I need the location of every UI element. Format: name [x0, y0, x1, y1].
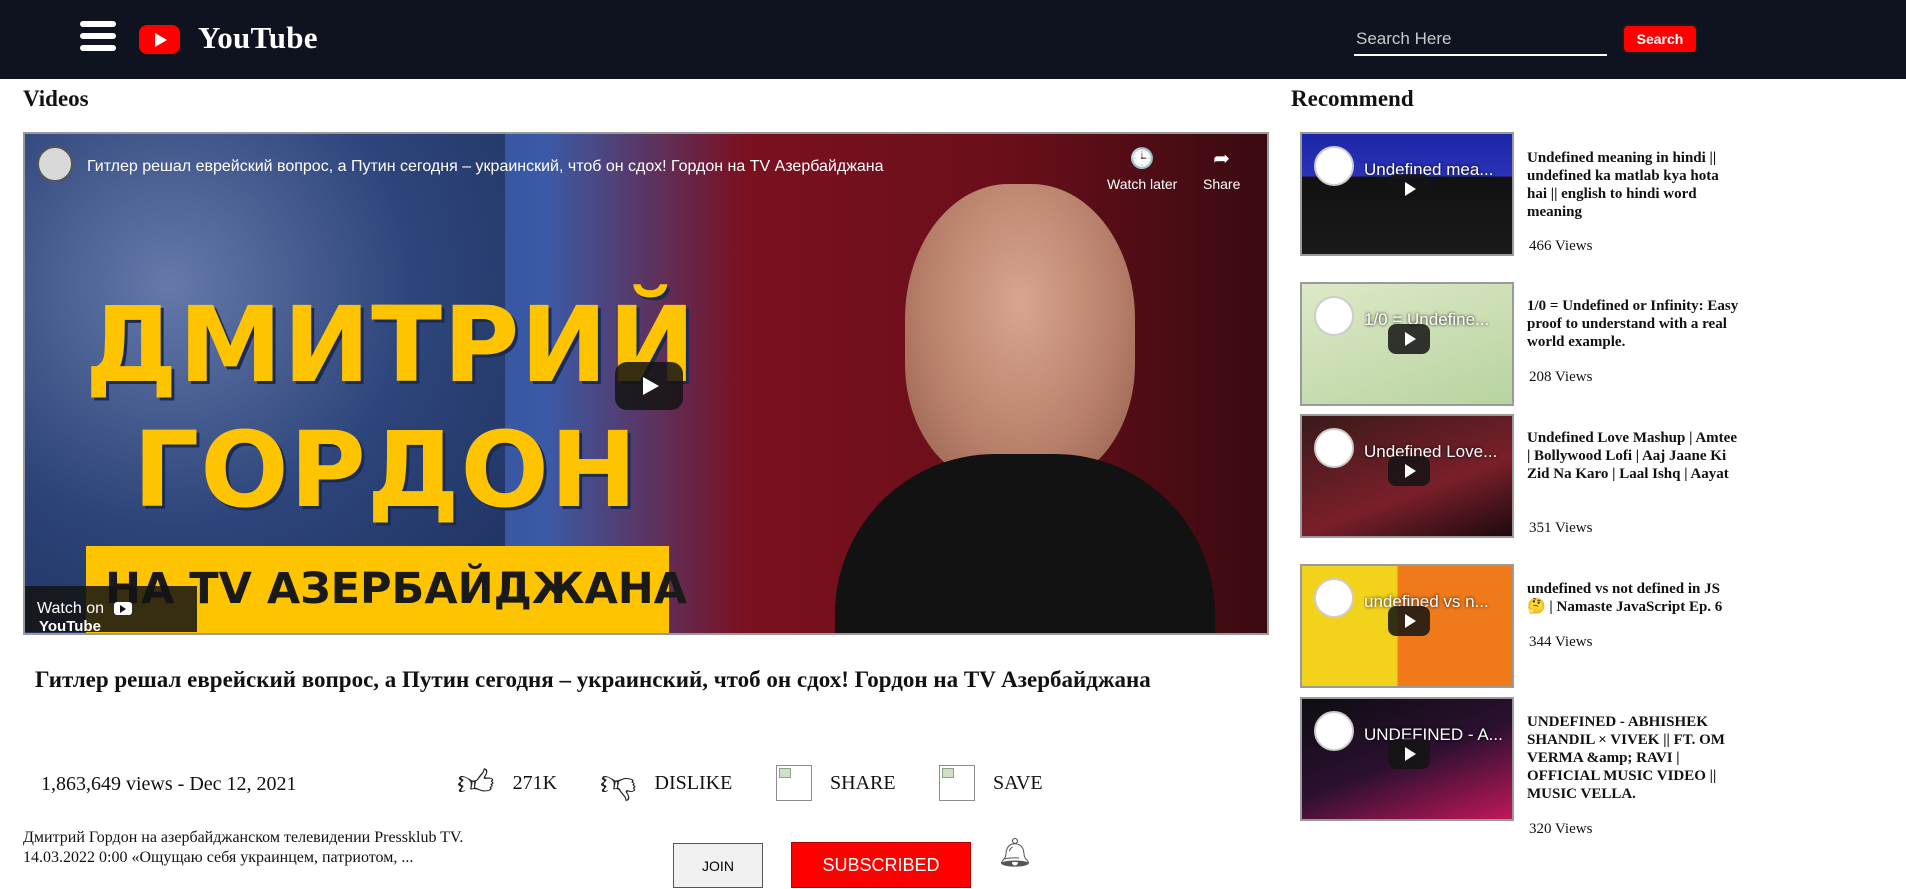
share-image-icon: [776, 765, 812, 801]
recommendation-title[interactable]: 1/0 = Undefined or Infinity: Easy proof …: [1527, 297, 1742, 351]
play-icon: [1388, 174, 1430, 204]
menu-icon[interactable]: [80, 21, 116, 57]
like-button[interactable]: 👍︎ 271K: [457, 762, 557, 804]
channel-avatar[interactable]: [37, 146, 73, 182]
top-navigation-bar: YouTube Search: [0, 0, 1906, 79]
recommendation-views: 466 Views: [1529, 238, 1593, 254]
watch-on-youtube-button[interactable]: Watch on YouTube: [25, 586, 197, 633]
recommendation-views: 351 Views: [1529, 520, 1593, 536]
recommendation-title[interactable]: Undefined meaning in hindi || undefined …: [1527, 149, 1742, 221]
play-button[interactable]: [615, 362, 683, 410]
recommendation-thumbnail[interactable]: Undefined Love...: [1300, 414, 1514, 538]
channel-avatar: [1314, 428, 1354, 468]
subscribed-button[interactable]: SUBSCRIBED: [791, 842, 971, 888]
channel-avatar: [1314, 296, 1354, 336]
recommendation-title[interactable]: UNDEFINED - ABHISHEK SHANDIL × VIVEK || …: [1527, 713, 1742, 803]
recommendation-thumbnail[interactable]: undefined vs n...: [1300, 564, 1514, 688]
save-button[interactable]: SAVE: [939, 762, 1043, 804]
brand-name[interactable]: YouTube: [198, 20, 318, 56]
thumbnail-text-line2: ГОРДОН: [133, 409, 638, 531]
save-image-icon: [939, 765, 975, 801]
watch-later-button[interactable]: 🕒 Watch later: [1107, 146, 1177, 192]
views-and-date: 1,863,649 views - Dec 12, 2021: [41, 773, 297, 795]
play-icon: [1388, 324, 1430, 354]
thumbnail-text-line1: ДМИТРИЙ: [85, 284, 697, 406]
recommendation-item[interactable]: Undefined mea... Undefined meaning in hi…: [1300, 132, 1740, 260]
recommendation-item[interactable]: Undefined Love... Undefined Love Mashup …: [1300, 414, 1740, 538]
dislike-button[interactable]: 👎︎ DISLIKE: [600, 762, 732, 804]
video-description: Дмитрий Гордон на азербайджанском телеви…: [23, 829, 464, 866]
recommend-section-title: Recommend: [1291, 86, 1414, 111]
play-icon: [1388, 606, 1430, 636]
presenter-image: [835, 154, 1215, 633]
recommendation-thumbnail[interactable]: 1/0 = Undefine...: [1300, 282, 1514, 406]
recommendation-item[interactable]: UNDEFINED - A... UNDEFINED - ABHISHEK SH…: [1300, 697, 1740, 837]
channel-avatar: [1314, 711, 1354, 751]
channel-avatar: [1314, 578, 1354, 618]
recommendation-title[interactable]: Undefined Love Mashup | Amtee | Bollywoo…: [1527, 429, 1742, 483]
recommendation-item[interactable]: undefined vs n... undefined vs not defin…: [1300, 564, 1740, 688]
player-overlay-title[interactable]: Гитлер решал еврейский вопрос, а Путин с…: [87, 158, 884, 176]
clock-icon: 🕒: [1129, 148, 1155, 170]
play-icon: [1388, 456, 1430, 486]
share-button[interactable]: SHARE: [776, 762, 896, 804]
player-share-button[interactable]: ➦ Share: [1203, 146, 1240, 192]
play-icon: [1388, 739, 1430, 769]
recommendation-views: 208 Views: [1529, 369, 1593, 385]
recommendation-item[interactable]: 1/0 = Undefine... 1/0 = Undefined or Inf…: [1300, 282, 1740, 406]
recommendation-views: 344 Views: [1529, 634, 1593, 650]
video-player[interactable]: ДМИТРИЙ ГОРДОН НА TV АЗЕРБАЙДЖАНА Гитлер…: [23, 132, 1269, 635]
like-count: 271K: [512, 771, 558, 794]
youtube-mini-logo-icon: [114, 602, 133, 616]
thumbs-up-icon: 👍︎: [457, 763, 495, 803]
recommendation-thumbnail[interactable]: Undefined mea...: [1300, 132, 1514, 256]
share-arrow-icon: ➦: [1213, 148, 1231, 170]
channel-avatar: [1314, 146, 1354, 186]
recommendation-views: 320 Views: [1529, 821, 1593, 837]
thumbs-down-icon: 👎︎: [600, 763, 637, 803]
search-input[interactable]: [1354, 24, 1607, 56]
join-button[interactable]: JOIN: [673, 843, 763, 888]
videos-section-title: Videos: [23, 86, 89, 111]
bell-icon[interactable]: 🔔︎: [997, 836, 1033, 870]
recommendation-title[interactable]: undefined vs not defined in JS 🤔 | Namas…: [1527, 580, 1742, 616]
search-button[interactable]: Search: [1622, 24, 1698, 54]
youtube-logo-icon[interactable]: [139, 25, 180, 54]
video-title: Гитлер решал еврейский вопрос, а Путин с…: [35, 667, 1151, 692]
recommendation-thumbnail[interactable]: UNDEFINED - A...: [1300, 697, 1514, 821]
